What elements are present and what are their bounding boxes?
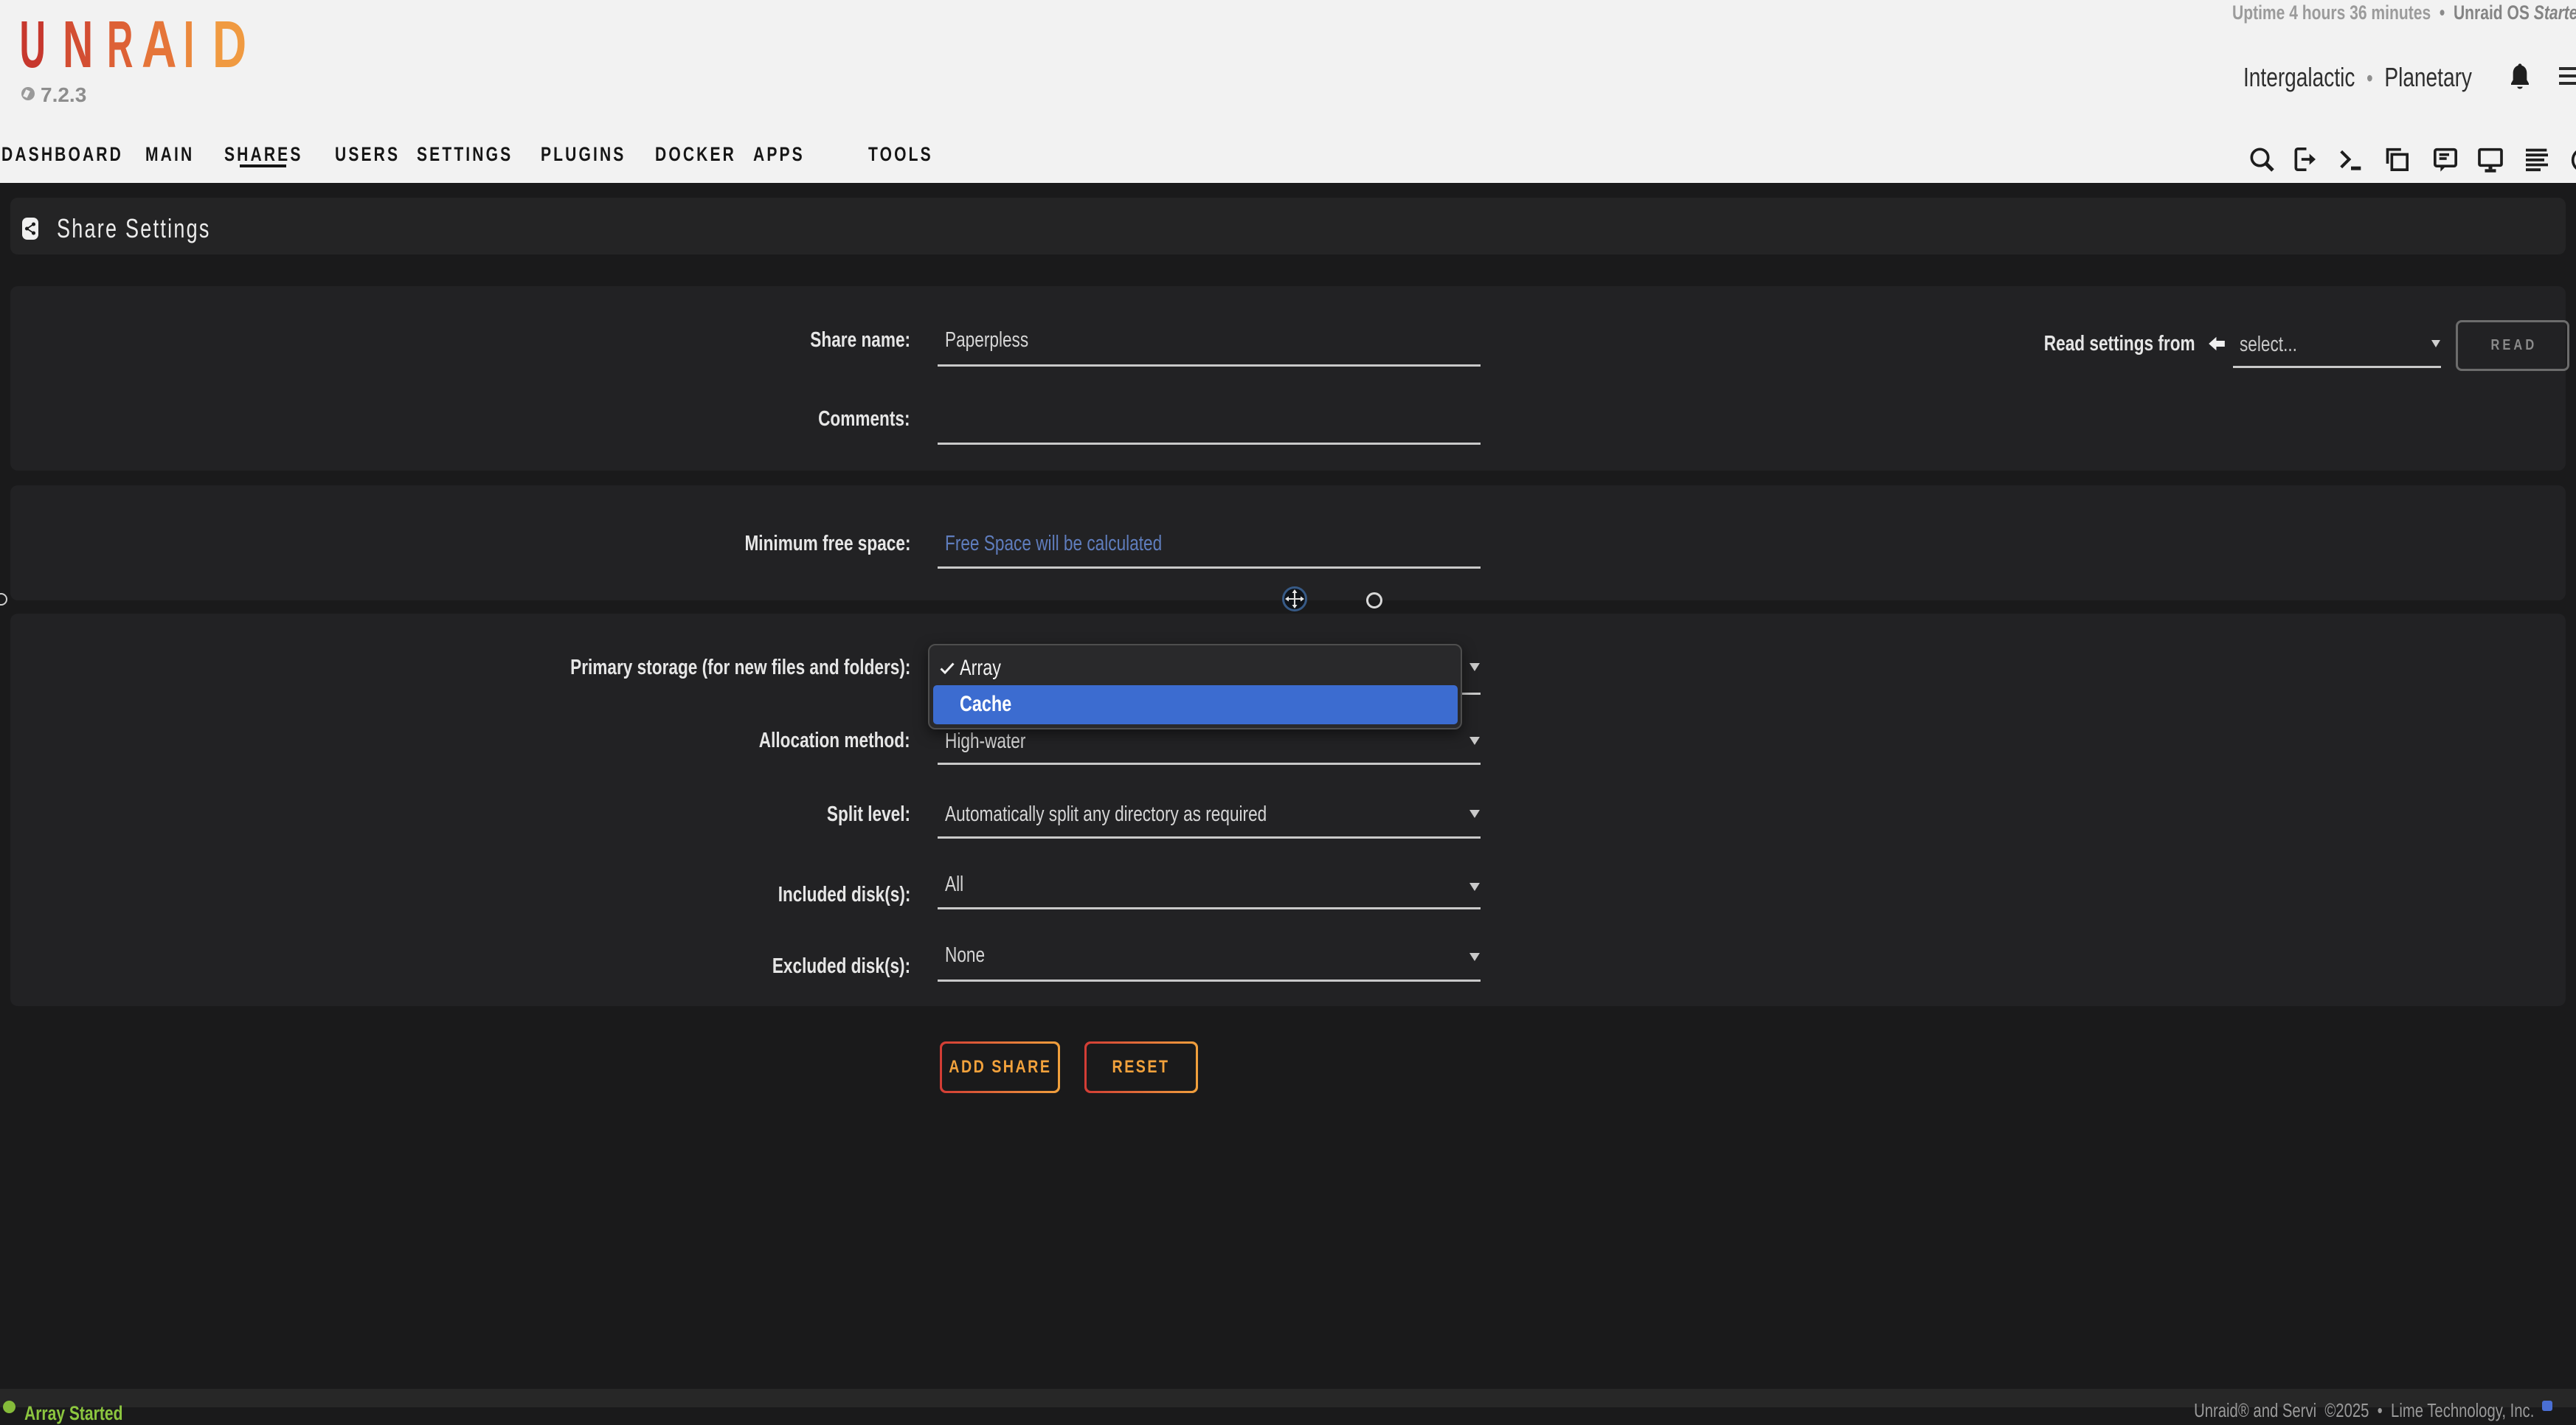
- svg-text:A: A: [142, 20, 176, 69]
- svg-text:I: I: [184, 20, 195, 69]
- svg-text:U: U: [20, 20, 46, 69]
- svg-text:R: R: [107, 20, 133, 69]
- svg-text:D: D: [212, 20, 246, 69]
- svg-text:N: N: [63, 20, 93, 69]
